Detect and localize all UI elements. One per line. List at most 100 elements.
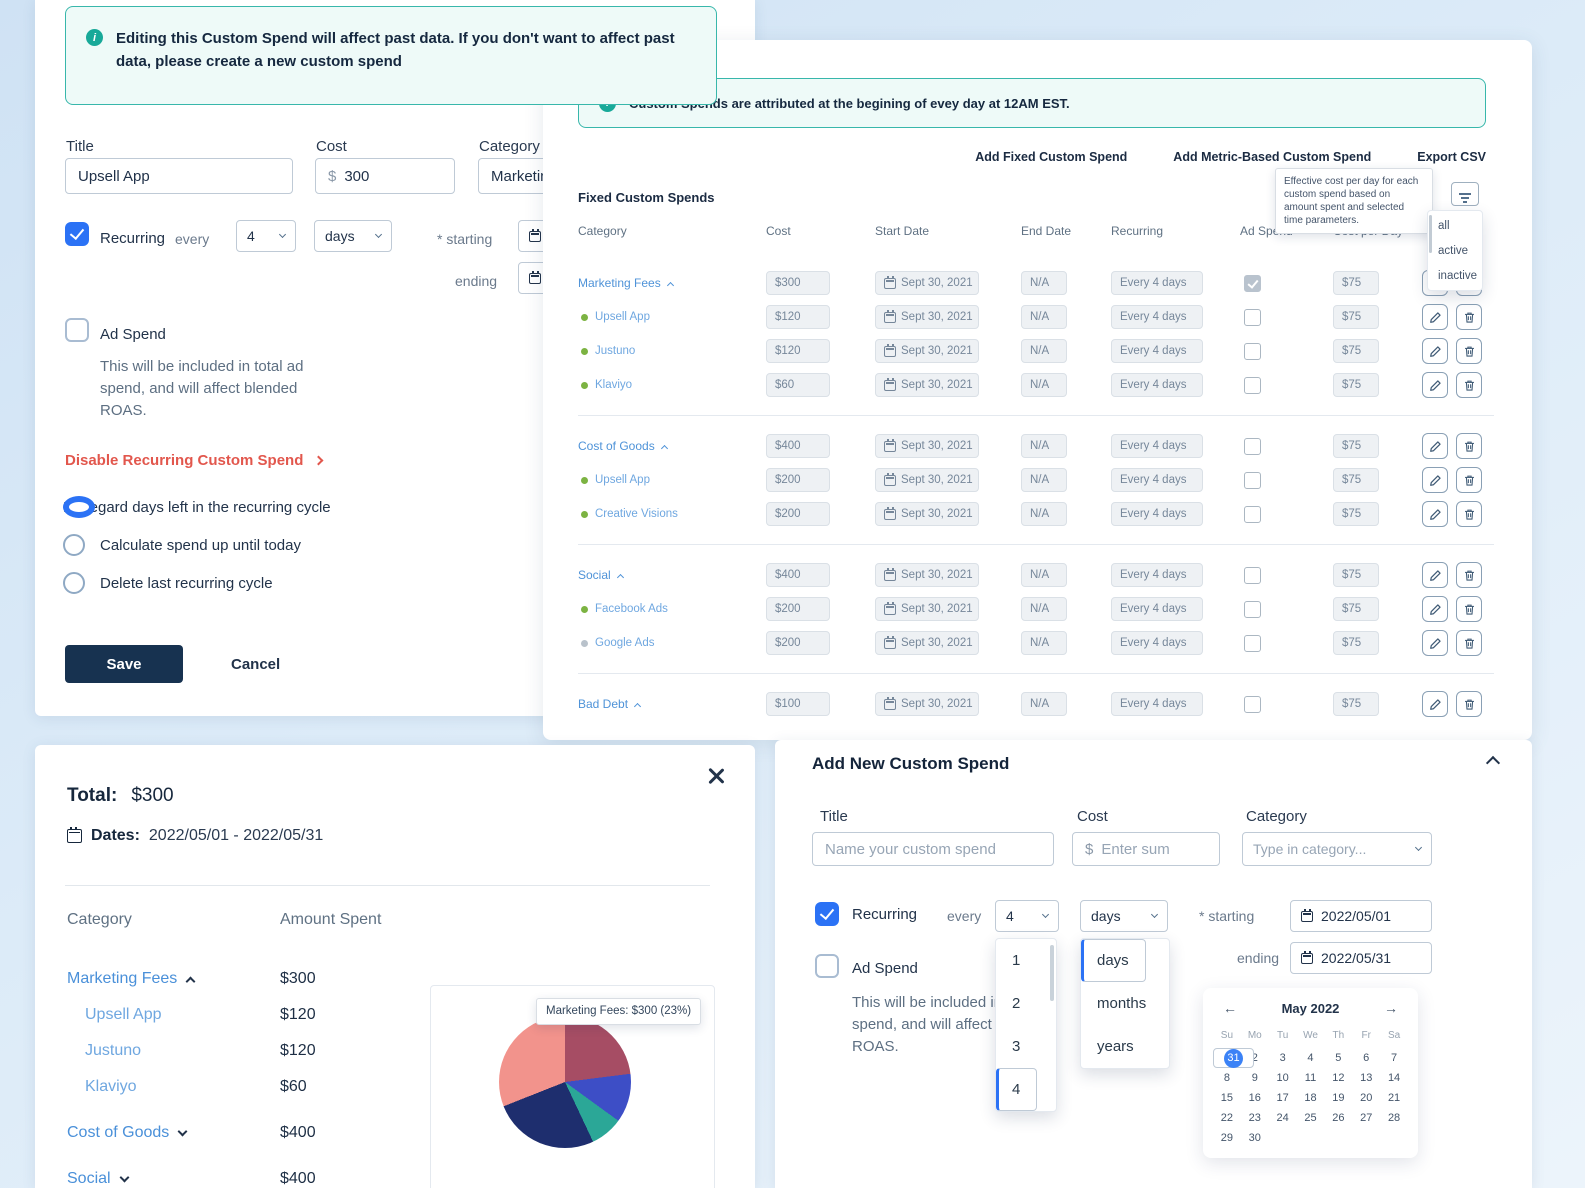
calendar-day[interactable]: 7: [1380, 1048, 1408, 1068]
ad-spend-checkbox[interactable]: [1244, 471, 1261, 489]
calendar-day[interactable]: 28: [1380, 1108, 1408, 1128]
cancel-button[interactable]: Cancel: [231, 645, 280, 683]
category-link[interactable]: Upsell App: [85, 1006, 162, 1024]
ad-spend-checkbox[interactable]: [1244, 600, 1261, 618]
category-link[interactable]: Klaviyo: [85, 1078, 137, 1096]
chevron-up-icon[interactable]: [185, 976, 196, 986]
ad-spend-checkbox[interactable]: [65, 318, 89, 342]
calendar-day[interactable]: 24: [1269, 1108, 1297, 1128]
delete-button[interactable]: [1456, 596, 1482, 622]
ad-spend-checkbox[interactable]: [1244, 308, 1261, 326]
delete-button[interactable]: [1456, 630, 1482, 656]
category-link[interactable]: Marketing Fees: [67, 970, 177, 988]
filter-option-inactive[interactable]: inactive: [1428, 263, 1482, 288]
calendar-day[interactable]: 29: [1213, 1128, 1241, 1148]
ad-spend-checkbox[interactable]: [1244, 342, 1261, 360]
chevron-down-icon[interactable]: [119, 1172, 130, 1183]
calendar-day[interactable]: 19: [1324, 1088, 1352, 1108]
ad-spend-checkbox[interactable]: [1244, 695, 1261, 713]
add-metric-custom-spend-link[interactable]: Add Metric-Based Custom Spend: [1173, 150, 1371, 164]
recurring-checkbox[interactable]: [815, 902, 839, 926]
calendar-day[interactable]: 30: [1241, 1128, 1269, 1148]
calendar-day[interactable]: 4: [1297, 1048, 1325, 1068]
edit-button[interactable]: [1422, 338, 1448, 364]
delete-button[interactable]: [1456, 433, 1482, 459]
category-link[interactable]: Cost of Goods: [67, 1124, 169, 1142]
disable-recurring-link[interactable]: Disable Recurring Custom Spend: [65, 452, 324, 469]
category-link[interactable]: Marketing Fees: [578, 276, 661, 290]
collapse-panel-button[interactable]: [1484, 750, 1502, 777]
category-link[interactable]: Klaviyo: [595, 379, 632, 391]
calendar-day[interactable]: 14: [1380, 1068, 1408, 1088]
interval-option-4[interactable]: 4: [996, 1068, 1038, 1111]
category-link[interactable]: Social: [578, 568, 611, 582]
edit-button[interactable]: [1422, 433, 1448, 459]
radio-option[interactable]: Calculate spend up until today: [63, 526, 331, 564]
category-link[interactable]: Upsell App: [595, 311, 650, 323]
edit-button[interactable]: [1422, 372, 1448, 398]
ad-spend-checkbox[interactable]: [1244, 437, 1261, 455]
interval-option-3[interactable]: 3: [996, 1025, 1056, 1068]
category-link[interactable]: Cost of Goods: [578, 439, 655, 453]
ad-spend-checkbox[interactable]: [1244, 505, 1261, 523]
title-input[interactable]: [65, 158, 293, 194]
calendar-day[interactable]: 9: [1241, 1068, 1269, 1088]
delete-button[interactable]: [1456, 562, 1482, 588]
category-link[interactable]: Justuno: [595, 345, 635, 357]
delete-button[interactable]: [1456, 501, 1482, 527]
calendar-day[interactable]: 6: [1352, 1048, 1380, 1068]
unit-select[interactable]: days: [314, 220, 392, 252]
export-csv-link[interactable]: Export CSV: [1417, 150, 1486, 164]
edit-button[interactable]: [1422, 304, 1448, 330]
edit-button[interactable]: [1422, 501, 1448, 527]
calendar-day[interactable]: 11: [1297, 1068, 1325, 1088]
interval-select[interactable]: 4: [236, 220, 296, 252]
calendar-day[interactable]: 17: [1269, 1088, 1297, 1108]
unit-select[interactable]: days: [1080, 900, 1168, 932]
category-link[interactable]: Upsell App: [595, 474, 650, 486]
calendar-day[interactable]: 12: [1324, 1068, 1352, 1088]
edit-button[interactable]: [1422, 467, 1448, 493]
chevron-down-icon[interactable]: [177, 1126, 188, 1137]
scrollbar-thumb[interactable]: [1050, 945, 1054, 1001]
cost-input[interactable]: $: [1072, 832, 1220, 866]
edit-button[interactable]: [1422, 630, 1448, 656]
add-fixed-custom-spend-link[interactable]: Add Fixed Custom Spend: [975, 150, 1127, 164]
radio-circle[interactable]: [63, 572, 85, 594]
calendar-day[interactable]: 23: [1241, 1108, 1269, 1128]
radio-option[interactable]: Delete last recurring cycle: [63, 564, 331, 602]
calendar-day[interactable]: 5: [1324, 1048, 1352, 1068]
radio-circle[interactable]: [63, 534, 85, 556]
calendar-day[interactable]: 8: [1213, 1068, 1241, 1088]
next-month-icon[interactable]: →: [1384, 1000, 1398, 1016]
calendar-day[interactable]: 3: [1269, 1048, 1297, 1068]
ad-spend-checkbox[interactable]: [1244, 566, 1261, 584]
starting-date-button[interactable]: 2022/05/01: [1290, 900, 1432, 932]
calendar-day[interactable]: 15: [1213, 1088, 1241, 1108]
calendar-day[interactable]: 22: [1213, 1108, 1241, 1128]
edit-button[interactable]: [1422, 596, 1448, 622]
save-button[interactable]: Save: [65, 645, 183, 683]
category-link[interactable]: Facebook Ads: [595, 603, 668, 615]
cost-value-input[interactable]: [1101, 840, 1182, 858]
delete-button[interactable]: [1456, 304, 1482, 330]
unit-option-days[interactable]: days: [1081, 939, 1146, 982]
calendar-day[interactable]: 13: [1352, 1068, 1380, 1088]
chevron-up-icon[interactable]: [660, 444, 668, 452]
calendar-day[interactable]: 10: [1269, 1068, 1297, 1088]
chevron-up-icon[interactable]: [634, 702, 642, 710]
interval-option-1[interactable]: 1: [996, 939, 1056, 982]
unit-option-years[interactable]: years: [1081, 1025, 1169, 1068]
radio-circle[interactable]: [63, 496, 95, 518]
edit-button[interactable]: [1422, 691, 1448, 717]
close-icon[interactable]: [703, 763, 729, 789]
category-link[interactable]: Creative Visions: [595, 508, 678, 520]
delete-button[interactable]: [1456, 338, 1482, 364]
ad-spend-checkbox[interactable]: [815, 954, 839, 978]
category-link[interactable]: Bad Debt: [578, 697, 628, 711]
calendar-day[interactable]: 31: [1213, 1048, 1254, 1068]
calendar-day[interactable]: 21: [1380, 1088, 1408, 1108]
calendar-day[interactable]: 16: [1241, 1088, 1269, 1108]
filter-option-all[interactable]: all: [1428, 213, 1482, 238]
calendar-day[interactable]: 26: [1324, 1108, 1352, 1128]
